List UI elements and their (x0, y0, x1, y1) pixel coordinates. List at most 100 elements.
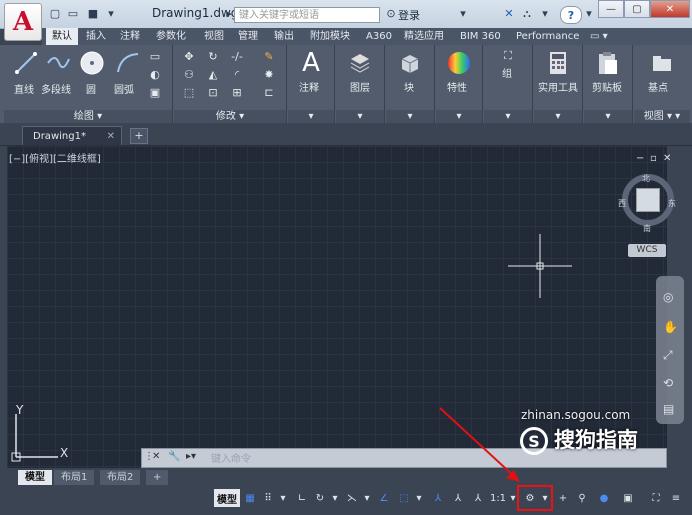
mirror-icon[interactable]: ◭ (206, 67, 220, 81)
pan-icon[interactable]: ✋ (663, 320, 678, 334)
ribbon-toggle-icon[interactable]: ▭ ▾ (584, 28, 614, 45)
layers-label[interactable]: 图层 (350, 79, 370, 94)
color-wheel-icon[interactable] (445, 49, 473, 77)
fillet-icon[interactable]: ◜ (230, 67, 244, 81)
units-icon[interactable]: ⚲ (574, 489, 590, 507)
hardware-acceleration-icon[interactable]: ▣ (620, 489, 636, 507)
command-input[interactable]: 键入命令 (211, 450, 251, 465)
annotation-scale-icon[interactable]: ⅄ (470, 489, 486, 507)
tab-manage[interactable]: 管理 (232, 28, 264, 45)
tab-insert[interactable]: 插入 (80, 28, 112, 45)
viewcube-north[interactable]: 北 (642, 173, 650, 184)
utilities-panel-dropdown[interactable]: ▾ (534, 110, 582, 123)
model-space-button[interactable]: 模型 (214, 489, 240, 507)
new-file-tab-button[interactable]: + (130, 128, 148, 144)
polar-tracking-icon[interactable]: ↻ (312, 489, 328, 507)
rotate-icon[interactable]: ↻ (206, 49, 220, 63)
hatch-icon[interactable]: ◐ (148, 67, 162, 81)
stretch-icon[interactable]: ⬚ (182, 85, 196, 99)
viewcube-east[interactable]: 东 (668, 198, 676, 209)
new-layout-button[interactable]: + (146, 470, 169, 485)
line-icon[interactable] (12, 49, 40, 77)
rectangle-icon[interactable]: ▭ (148, 49, 162, 63)
properties-label[interactable]: 特性 (447, 79, 467, 94)
group-label[interactable]: 组 (502, 65, 512, 80)
object-snap-tracking-icon[interactable]: ∠ (376, 489, 392, 507)
copy-icon[interactable]: ⚇ (182, 67, 196, 81)
clipboard-panel-dropdown[interactable]: ▾ (584, 110, 632, 123)
steering-wheel-icon[interactable]: ◎ (663, 290, 673, 304)
tab-view[interactable]: 视图 (198, 28, 230, 45)
polyline-icon[interactable] (44, 49, 72, 77)
help-dropdown-icon[interactable]: ▾ (582, 7, 596, 20)
a360-icon[interactable]: ⛬ (520, 7, 534, 20)
modify-panel-title[interactable]: 修改 ▾ (174, 110, 286, 123)
block-icon[interactable] (396, 49, 424, 77)
circle-label[interactable]: 圆 (86, 81, 96, 96)
base-point-label[interactable]: 基点 (648, 79, 668, 94)
viewcube-west[interactable]: 西 (618, 198, 626, 209)
circle-icon[interactable] (78, 49, 106, 77)
recent-commands-icon[interactable]: ▸▾ (186, 451, 196, 462)
viewcube-top-face[interactable] (636, 188, 660, 212)
isolate-objects-icon[interactable]: ● (596, 489, 612, 507)
object-snap-icon[interactable]: ⬚ (396, 489, 412, 507)
scale-icon[interactable]: ⊡ (206, 85, 220, 99)
qat-more-icon[interactable]: ▾ (538, 7, 552, 20)
polar-dropdown-icon[interactable]: ▾ (330, 489, 340, 507)
tab-featured-apps[interactable]: 精选应用 (398, 28, 450, 45)
utilities-label[interactable]: 实用工具 (538, 79, 578, 94)
file-tab-drawing1[interactable]: Drawing1* ✕ (22, 126, 122, 145)
application-menu-button[interactable]: A (4, 3, 42, 41)
move-icon[interactable]: ✥ (182, 49, 196, 63)
viewport-restore-icon[interactable]: ▫ (650, 153, 657, 164)
customization-menu-icon[interactable]: ≡ (668, 489, 684, 507)
zoom-extents-icon[interactable]: ⤢ (663, 348, 673, 363)
group-panel-dropdown[interactable]: ▾ (484, 110, 532, 123)
close-button[interactable]: ✕ (650, 0, 690, 18)
annotation-panel-dropdown[interactable]: ▾ (288, 110, 334, 123)
layout-tab-layout2[interactable]: 布局2 (100, 470, 141, 485)
block-panel-dropdown[interactable]: ▾ (386, 110, 434, 123)
viewcube-south[interactable]: 南 (643, 223, 651, 234)
erase-icon[interactable]: ✎ (262, 49, 276, 63)
clipboard-icon[interactable] (594, 49, 622, 77)
draw-panel-title[interactable]: 绘图 ▾ (4, 110, 172, 123)
snap-mode-icon[interactable]: ⠿ (260, 489, 276, 507)
command-line-close-icon[interactable]: ✕ (152, 451, 160, 462)
new-file-icon[interactable]: ▢ (48, 7, 62, 20)
base-point-icon[interactable] (648, 49, 676, 77)
tab-output[interactable]: 输出 (268, 28, 300, 45)
login-dropdown-icon[interactable]: ▾ (456, 7, 470, 20)
auto-scale-icon[interactable]: ⅄ (450, 489, 466, 507)
isometric-icon[interactable]: ⋋ (344, 489, 360, 507)
isometric-dropdown-icon[interactable]: ▾ (362, 489, 372, 507)
tab-addins[interactable]: 附加模块 (304, 28, 356, 45)
grid-icon[interactable]: ▦ (242, 489, 258, 507)
annotation-visibility-icon[interactable]: ⅄ (430, 489, 446, 507)
tab-parametric[interactable]: 参数化 (150, 28, 192, 45)
tab-performance[interactable]: Performance (510, 28, 585, 45)
help-button[interactable]: ? (560, 6, 582, 24)
ortho-icon[interactable]: ∟ (294, 489, 310, 507)
open-folder-icon[interactable]: ▭ (66, 7, 80, 20)
annotation-label[interactable]: 注释 (299, 79, 319, 94)
viewport-minimize-icon[interactable]: − (636, 153, 644, 164)
tab-bim360[interactable]: BIM 360 (454, 28, 507, 45)
qat-dropdown-icon[interactable]: ▾ (104, 7, 118, 20)
layers-icon[interactable] (346, 49, 374, 77)
region-icon[interactable]: ▣ (148, 85, 162, 99)
viewport-controls-label[interactable]: [−][俯视][二维线框] (9, 150, 101, 165)
tab-annotate[interactable]: 注释 (114, 28, 146, 45)
maximize-button[interactable]: ▢ (624, 0, 650, 18)
polyline-label[interactable]: 多段线 (41, 81, 71, 96)
block-label[interactable]: 块 (404, 79, 414, 94)
annotation-monitor-icon[interactable]: + (556, 489, 570, 507)
text-icon[interactable]: A (297, 48, 325, 78)
trim-icon[interactable]: -/- (230, 49, 244, 63)
group-icon[interactable]: ⛶ (501, 49, 515, 63)
object-snap-dropdown-icon[interactable]: ▾ (414, 489, 424, 507)
layout-tab-layout1[interactable]: 布局1 (54, 470, 95, 485)
save-icon[interactable]: ■ (86, 7, 100, 20)
viewport-close-icon[interactable]: ✕ (663, 153, 671, 164)
